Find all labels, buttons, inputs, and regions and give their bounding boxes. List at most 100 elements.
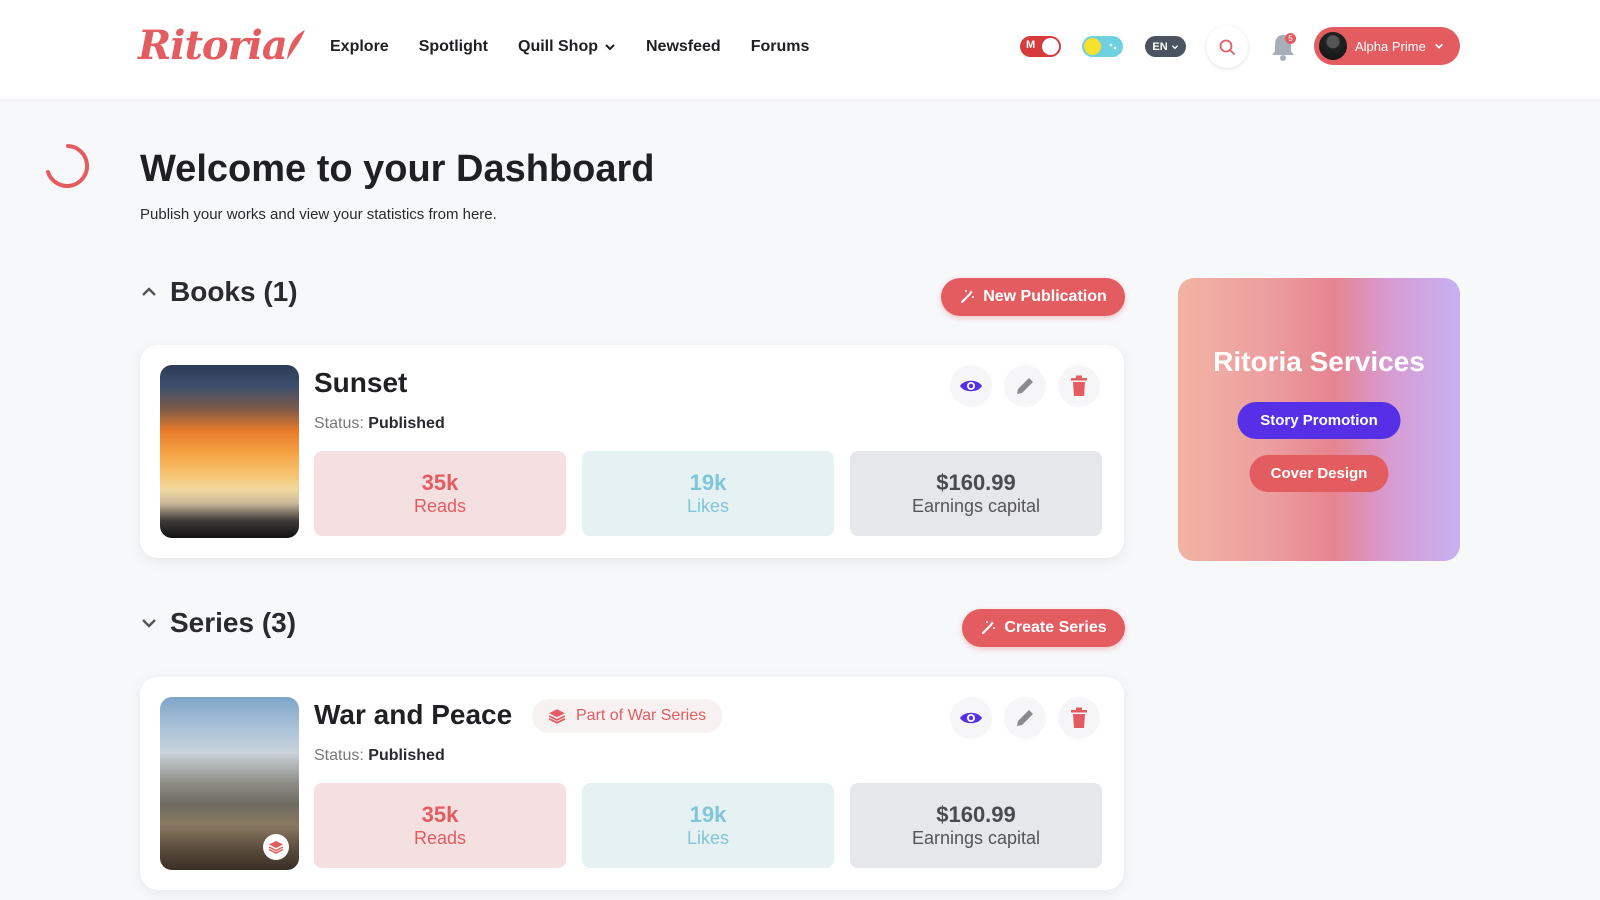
- sun-icon: [1084, 38, 1101, 55]
- story-promotion-button[interactable]: Story Promotion: [1237, 402, 1401, 439]
- language-selector[interactable]: EN: [1145, 36, 1186, 57]
- earnings-label: Earnings capital: [911, 496, 1041, 516]
- book-stats: 35k Reads 19k Likes $160.99 Earnings cap…: [314, 451, 1102, 536]
- top-header: Ritoria Explore Spotlight Quill Shop New…: [0, 0, 1600, 99]
- book-actions: [950, 365, 1100, 407]
- series-tag-label: Part of War Series: [576, 707, 707, 724]
- mode-toggle[interactable]: M: [1020, 36, 1061, 57]
- series-book-card: War and Peace Part of War Series Status:…: [140, 677, 1124, 890]
- new-publication-button[interactable]: New Publication: [941, 278, 1125, 316]
- cover-design-button[interactable]: Cover Design: [1249, 455, 1389, 492]
- edit-button[interactable]: [1004, 365, 1046, 407]
- nav-forums-label: Forums: [750, 38, 810, 55]
- loading-spinner-icon: [46, 144, 90, 188]
- page-subtitle: Publish your works and view your statist…: [140, 206, 497, 223]
- books-section-toggle[interactable]: Books (1): [140, 276, 298, 308]
- book-cover-image[interactable]: [160, 697, 299, 870]
- main-nav: Explore Spotlight Quill Shop Newsfeed Fo…: [330, 38, 809, 56]
- reads-label: Reads: [413, 496, 467, 516]
- avatar: [1317, 30, 1349, 62]
- eye-icon: [960, 712, 982, 724]
- nav-spotlight[interactable]: Spotlight: [419, 38, 488, 56]
- user-menu[interactable]: Alpha Prime: [1314, 27, 1460, 65]
- notification-badge: 5: [1285, 33, 1296, 44]
- user-name: Alpha Prime: [1355, 38, 1426, 54]
- chevron-down-icon: [605, 44, 615, 51]
- layers-icon: [268, 841, 284, 854]
- services-panel: Ritoria Services Story Promotion Cover D…: [1178, 278, 1460, 561]
- earnings-stat: $160.99 Earnings capital: [850, 783, 1102, 868]
- eye-icon: [960, 380, 982, 392]
- create-series-label: Create Series: [1004, 619, 1107, 636]
- nav-spotlight-label: Spotlight: [418, 38, 488, 55]
- create-series-button[interactable]: Create Series: [962, 609, 1125, 647]
- nav-quill-shop-label: Quill Shop: [518, 38, 598, 55]
- delete-button[interactable]: [1058, 697, 1100, 739]
- book-title[interactable]: War and Peace: [314, 699, 512, 731]
- trash-icon: [1071, 375, 1087, 396]
- pencil-icon: [1017, 710, 1033, 726]
- status-value: Published: [368, 747, 445, 764]
- search-icon: [1219, 39, 1235, 55]
- logo-text: Ritoria: [138, 22, 288, 69]
- language-label: EN: [1152, 40, 1168, 53]
- theme-toggle[interactable]: [1082, 36, 1123, 57]
- delete-button[interactable]: [1058, 365, 1100, 407]
- nav-newsfeed[interactable]: Newsfeed: [646, 38, 721, 56]
- layers-icon: [548, 709, 566, 724]
- trash-icon: [1071, 707, 1087, 728]
- magic-wand-icon: [961, 290, 975, 303]
- pencil-icon: [1017, 378, 1033, 394]
- view-button[interactable]: [950, 365, 992, 407]
- reads-value: 35k: [421, 802, 459, 827]
- page-title: Welcome to your Dashboard: [140, 148, 655, 190]
- chevron-down-icon: [1434, 43, 1443, 49]
- new-publication-label: New Publication: [983, 288, 1107, 305]
- nav-explore-label: Explore: [330, 38, 389, 55]
- books-heading: Books (1): [170, 276, 298, 307]
- book-status: Status: Published: [314, 415, 445, 433]
- services-title: Ritoria Services: [1213, 346, 1425, 377]
- earnings-value: $160.99: [936, 470, 1016, 495]
- ritoria-logo[interactable]: Ritoria: [138, 22, 305, 69]
- book-title[interactable]: Sunset: [314, 367, 407, 399]
- magic-wand-icon: [982, 621, 996, 634]
- book-cover-image[interactable]: [160, 365, 299, 538]
- likes-label: Likes: [686, 828, 730, 848]
- likes-stat: 19k Likes: [582, 451, 834, 536]
- series-tag[interactable]: Part of War Series: [532, 699, 723, 733]
- likes-stat: 19k Likes: [582, 783, 834, 868]
- book-status: Status: Published: [314, 747, 445, 765]
- status-label: Status:: [314, 415, 364, 432]
- book-actions: [950, 697, 1100, 739]
- earnings-label: Earnings capital: [911, 828, 1041, 848]
- book-card: Sunset Status: Published 35k Reads 19k L…: [140, 345, 1124, 558]
- reads-stat: 35k Reads: [314, 783, 566, 868]
- stars-icon: [1109, 43, 1117, 50]
- earnings-value: $160.99: [936, 802, 1016, 827]
- quill-icon: [286, 30, 305, 60]
- nav-quill-shop[interactable]: Quill Shop: [518, 38, 616, 56]
- likes-label: Likes: [686, 496, 730, 516]
- edit-button[interactable]: [1004, 697, 1046, 739]
- book-stats: 35k Reads 19k Likes $160.99 Earnings cap…: [314, 783, 1102, 868]
- nav-forums[interactable]: Forums: [751, 38, 810, 56]
- notifications-button[interactable]: 5: [1268, 30, 1298, 64]
- likes-value: 19k: [689, 470, 727, 495]
- series-heading: Series (3): [170, 607, 297, 638]
- earnings-stat: $160.99 Earnings capital: [850, 451, 1102, 536]
- view-button[interactable]: [950, 697, 992, 739]
- chevron-up-icon: [142, 287, 156, 296]
- reads-label: Reads: [413, 828, 467, 848]
- nav-explore[interactable]: Explore: [330, 38, 389, 56]
- nav-newsfeed-label: Newsfeed: [646, 38, 721, 55]
- status-label: Status:: [314, 747, 364, 764]
- chevron-down-icon: [142, 619, 156, 628]
- toggle-knob: [1042, 38, 1059, 55]
- reads-value: 35k: [421, 470, 459, 495]
- series-badge: [263, 834, 289, 860]
- chevron-down-icon: [1171, 44, 1178, 49]
- series-section-toggle[interactable]: Series (3): [140, 607, 296, 639]
- search-button[interactable]: [1206, 26, 1248, 68]
- status-value: Published: [368, 415, 445, 432]
